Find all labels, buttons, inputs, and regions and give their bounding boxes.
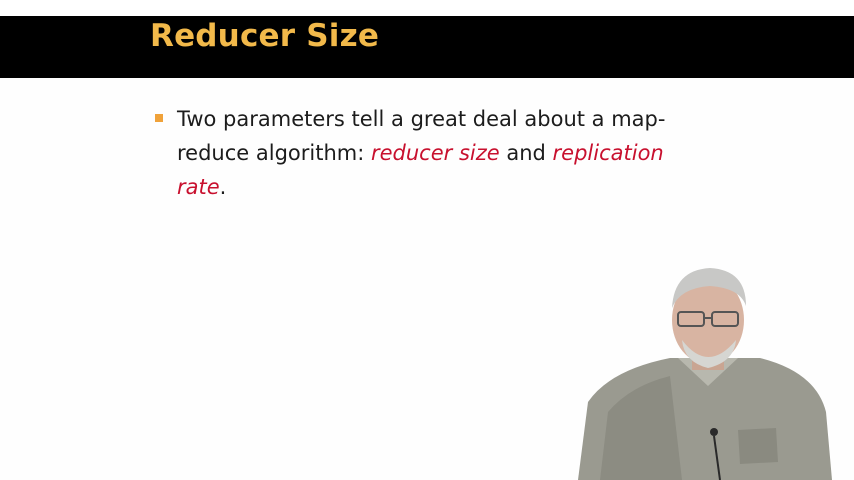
- bullet-connector: and: [499, 141, 553, 165]
- term-rate: rate: [177, 175, 220, 199]
- bullet-line-1: Two parameters tell a great deal about a…: [177, 107, 666, 131]
- bullet-marker: [155, 114, 163, 122]
- term-reducer-size: reducer size: [370, 141, 500, 165]
- presenter-microphone: [710, 428, 718, 436]
- lecture-slide: Reducer Size Two parameters tell a great…: [0, 0, 854, 480]
- bullet-line-2-prefix: reduce algorithm:: [177, 141, 371, 165]
- title-bar: [0, 16, 854, 78]
- term-replication: replication: [552, 141, 664, 165]
- presenter-shirt-pocket: [738, 428, 778, 464]
- slide-title: Reducer Size: [150, 18, 380, 54]
- top-strip: [0, 0, 854, 16]
- presenter-video: [578, 268, 832, 480]
- bullet-text: Two parameters tell a great deal about a…: [177, 102, 732, 204]
- bullet-period: .: [219, 175, 227, 199]
